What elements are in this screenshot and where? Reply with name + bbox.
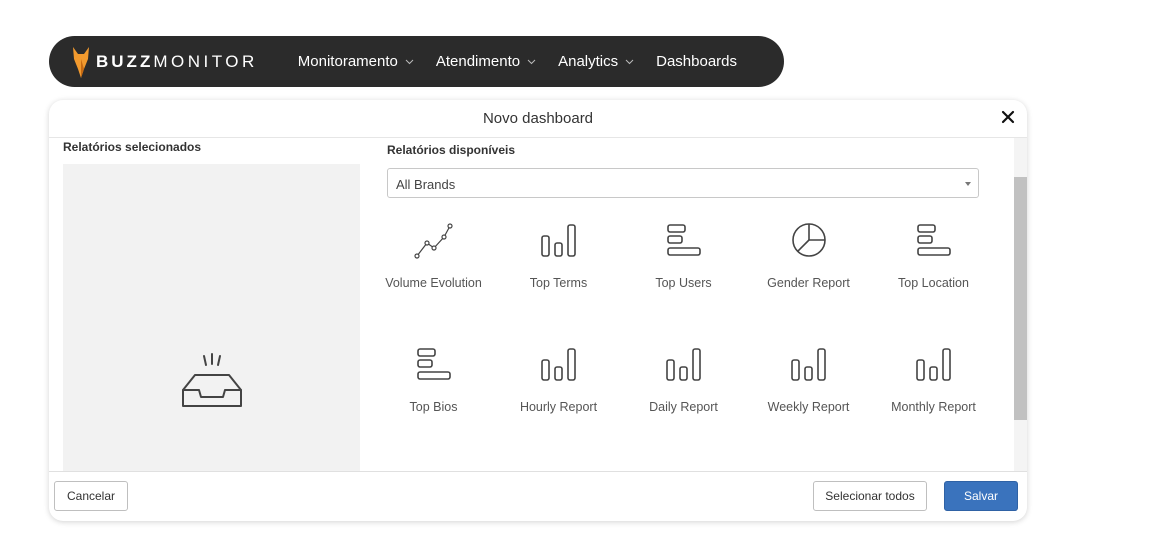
selected-reports-dropzone	[63, 164, 360, 471]
available-reports-heading: Relatórios disponíveis	[387, 143, 516, 157]
bar-chart-icon	[915, 348, 951, 381]
report-label: Volume Evolution	[385, 276, 482, 290]
horizontal-bars-icon	[666, 224, 701, 256]
report-monthly[interactable]: Monthly Report	[871, 344, 996, 417]
report-label: Top Bios	[409, 400, 458, 414]
report-top-users[interactable]: Top Users	[621, 220, 746, 293]
select-all-button[interactable]: Selecionar todos	[813, 481, 927, 511]
nav-item-label: Atendimento	[435, 53, 521, 70]
report-top-terms[interactable]: Top Terms	[496, 220, 621, 293]
cancel-button[interactable]: Cancelar	[54, 481, 128, 511]
buzzmonitor-logo[interactable]: BUZZMONITOR	[71, 45, 258, 79]
bar-chart-icon	[790, 348, 826, 381]
empty-inbox-icon	[182, 353, 242, 407]
report-label: Weekly Report	[767, 400, 850, 414]
report-label: Top Terms	[529, 276, 588, 290]
brand-filter-value: All Brands	[396, 177, 456, 192]
nav-item-label: Monitoramento	[297, 53, 398, 70]
nav-item-label: Dashboards	[656, 53, 738, 70]
brand-filter-select[interactable]: All Brands	[387, 168, 979, 198]
nav-item-analytics[interactable]: Analytics	[558, 53, 634, 70]
modal-header: Novo dashboard	[49, 100, 1027, 138]
report-weekly[interactable]: Weekly Report	[746, 344, 871, 417]
close-icon[interactable]	[1001, 110, 1015, 124]
report-volume-evolution[interactable]: Volume Evolution	[371, 220, 496, 293]
fox-logo-icon	[73, 46, 89, 78]
new-dashboard-modal: Novo dashboard Relatórios selecionados R…	[49, 100, 1027, 521]
modal-footer: Cancelar Selecionar todos Salvar	[49, 471, 1027, 521]
chevron-down-icon	[625, 59, 634, 64]
selected-reports-heading: Relatórios selecionados	[63, 140, 202, 154]
report-label: Gender Report	[767, 276, 850, 290]
report-label: Top Location	[898, 276, 969, 290]
brand-name-bold: BUZZ	[96, 51, 154, 71]
report-top-bios[interactable]: Top Bios	[371, 344, 496, 417]
report-label: Daily Report	[649, 400, 718, 414]
nav-item-label: Analytics	[558, 53, 619, 70]
pie-chart-icon	[791, 223, 826, 257]
report-label: Monthly Report	[891, 400, 976, 414]
bar-chart-icon	[540, 224, 576, 257]
report-label: Top Users	[655, 276, 712, 290]
report-hourly[interactable]: Hourly Report	[496, 344, 621, 417]
report-gender[interactable]: Gender Report	[746, 220, 871, 293]
save-button[interactable]: Salvar	[944, 481, 1018, 511]
top-navbar: BUZZMONITOR Monitoramento Atendimento An…	[49, 36, 784, 87]
modal-title: Novo dashboard	[482, 110, 594, 127]
modal-scrollbar[interactable]	[1014, 138, 1027, 471]
chevron-down-icon	[405, 59, 414, 64]
bar-chart-icon	[540, 348, 576, 381]
nav-item-dashboards[interactable]: Dashboards	[656, 53, 737, 70]
caret-down-icon	[965, 182, 971, 186]
bar-chart-icon	[665, 348, 701, 381]
report-label: Hourly Report	[519, 400, 598, 414]
horizontal-bars-icon	[416, 348, 451, 380]
brand-name-light: MONITOR	[153, 51, 258, 71]
chevron-down-icon	[527, 59, 536, 64]
horizontal-bars-icon	[916, 224, 951, 256]
nav-item-atendimento[interactable]: Atendimento	[436, 53, 536, 70]
nav-item-monitoramento[interactable]: Monitoramento	[298, 53, 414, 70]
scrollbar-thumb[interactable]	[1014, 177, 1027, 420]
report-daily[interactable]: Daily Report	[621, 344, 746, 417]
main-nav: Monitoramento Atendimento Analytics Dash…	[298, 53, 759, 70]
line-chart-icon	[413, 223, 453, 259]
report-top-location[interactable]: Top Location	[871, 220, 996, 293]
